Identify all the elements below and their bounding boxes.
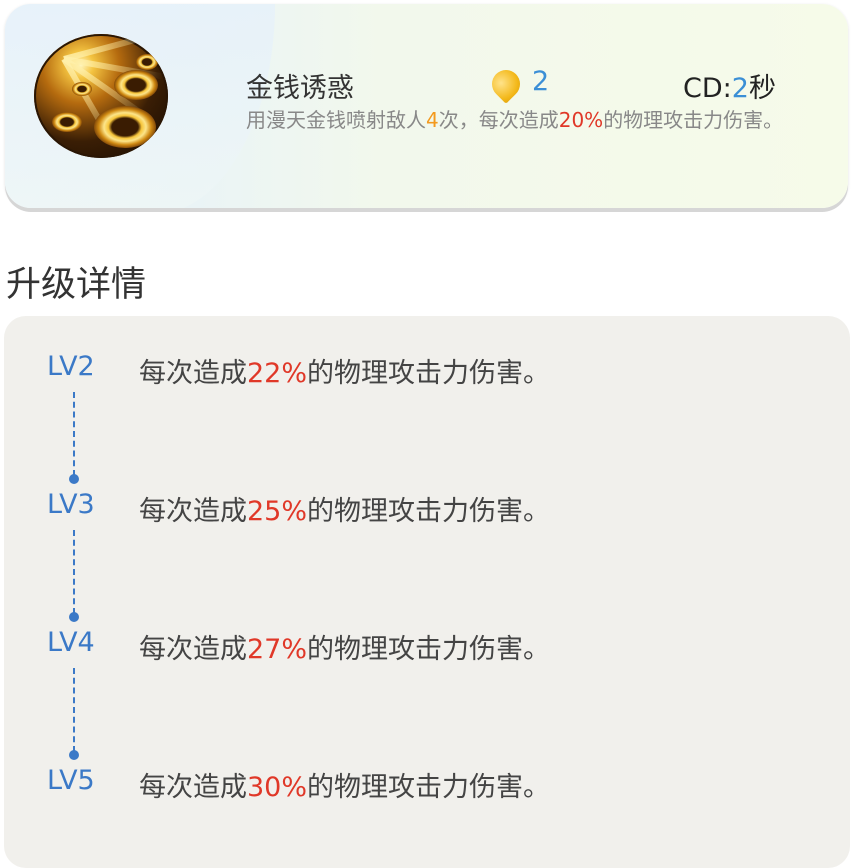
skill-cost: 2 <box>532 66 550 97</box>
level-suffix: 的物理攻击力伤害。 <box>307 772 551 803</box>
level-description: 每次造成27%的物理攻击力伤害。 <box>139 627 550 666</box>
level-label: LV5 <box>47 765 95 796</box>
level-prefix: 每次造成 <box>139 358 247 389</box>
level-connector-dot <box>69 750 79 760</box>
gold-coin-burst-icon <box>34 34 168 158</box>
desc-percent: 20% <box>558 108 604 132</box>
level-description: 每次造成30%的物理攻击力伤害。 <box>139 765 550 804</box>
level-prefix: 每次造成 <box>139 634 247 665</box>
level-suffix: 的物理攻击力伤害。 <box>307 358 551 389</box>
skill-description: 用漫天金钱喷射敌人4次，每次造成20%的物理攻击力伤害。 <box>246 107 821 134</box>
desc-part1: 用漫天金钱喷射敌人 <box>246 108 426 132</box>
level-row-lv3: LV3 每次造成25%的物理攻击力伤害。 <box>4 489 850 529</box>
level-percent: 27% <box>247 634 308 665</box>
level-prefix: 每次造成 <box>139 772 247 803</box>
level-label: LV3 <box>47 489 95 520</box>
upgrade-section-title: 升级详情 <box>6 265 147 305</box>
desc-part3: 的物理攻击力伤害。 <box>603 108 784 132</box>
desc-part2: 次，每次造成 <box>438 108 559 132</box>
level-label: LV4 <box>47 627 95 658</box>
level-percent: 22% <box>247 358 308 389</box>
level-prefix: 每次造成 <box>139 496 247 527</box>
energy-drop-icon <box>486 64 526 104</box>
level-row-lv2: LV2 每次造成22%的物理攻击力伤害。 <box>4 351 850 391</box>
level-percent: 30% <box>247 772 308 803</box>
level-connector <box>73 530 75 614</box>
cooldown-prefix: CD: <box>683 73 732 104</box>
level-description: 每次造成25%的物理攻击力伤害。 <box>139 489 550 528</box>
skill-name: 金钱诱惑 <box>246 73 354 104</box>
level-percent: 25% <box>247 496 308 527</box>
level-connector-dot <box>69 474 79 484</box>
level-connector <box>73 668 75 752</box>
level-description: 每次造成22%的物理攻击力伤害。 <box>139 351 550 390</box>
level-suffix: 的物理攻击力伤害。 <box>307 634 551 665</box>
skill-card: 金钱诱惑 2 CD:2秒 用漫天金钱喷射敌人4次，每次造成20%的物理攻击力伤害… <box>5 4 848 208</box>
level-connector <box>73 392 75 476</box>
upgrade-levels-panel: LV2 每次造成22%的物理攻击力伤害。 LV3 每次造成25%的物理攻击力伤害… <box>4 316 850 868</box>
desc-count: 4 <box>426 108 439 132</box>
level-suffix: 的物理攻击力伤害。 <box>307 496 551 527</box>
level-row-lv4: LV4 每次造成27%的物理攻击力伤害。 <box>4 627 850 667</box>
cooldown-unit: 秒 <box>748 73 776 104</box>
level-row-lv5: LV5 每次造成30%的物理攻击力伤害。 <box>4 765 850 805</box>
level-label: LV2 <box>47 351 95 382</box>
cooldown-value: 2 <box>731 73 749 104</box>
skill-cooldown: CD:2秒 <box>683 66 776 105</box>
level-connector-dot <box>69 612 79 622</box>
